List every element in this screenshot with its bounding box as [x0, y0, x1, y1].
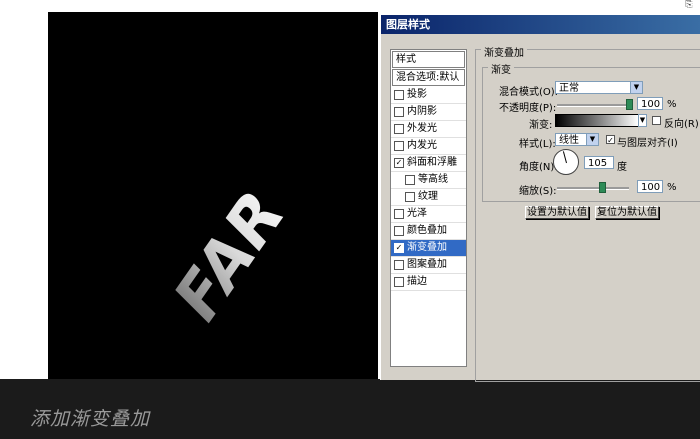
angle-unit: 度: [617, 162, 627, 173]
angle-label: 角度(N):: [519, 162, 558, 173]
style-item-checkbox[interactable]: [394, 141, 404, 151]
style-list: 样式 混合选项:默认 投影 内阴影 外发光 内发光 ✓ 斜面和浮雕 等高线 纹理 光泽 颜色叠加 ✓…: [390, 49, 467, 367]
style-item-label: 纹理: [418, 191, 438, 202]
align-checkbox[interactable]: ✓: [606, 135, 615, 145]
reverse-label: 反向(R): [664, 119, 699, 130]
style-item[interactable]: 光泽: [391, 206, 466, 223]
chevron-down-icon: ▼: [586, 134, 598, 145]
style-item-label: 光泽: [407, 208, 427, 219]
style-item-label: 投影: [407, 89, 427, 100]
style-item[interactable]: ✓ 斜面和浮雕: [391, 155, 466, 172]
angle-dial[interactable]: [553, 149, 579, 175]
gradient-dropdown-icon[interactable]: ▼: [638, 114, 647, 127]
gradient-preview[interactable]: [555, 114, 639, 127]
style-select[interactable]: 线性 ▼: [555, 133, 599, 146]
style-item[interactable]: 描边: [391, 274, 466, 291]
style-item-label: 外发光: [407, 123, 437, 134]
document-canvas[interactable]: FAR: [48, 12, 378, 379]
opacity-slider-thumb[interactable]: [626, 99, 633, 110]
styles-header[interactable]: 样式: [392, 51, 465, 68]
style-item-checkbox[interactable]: [394, 277, 404, 287]
style-item-checkbox[interactable]: [394, 107, 404, 117]
dialog-title: 图层样式: [381, 15, 700, 34]
opacity-unit: %: [667, 99, 677, 110]
style-item-label: 斜面和浮雕: [407, 157, 457, 168]
style-item[interactable]: 内阴影: [391, 104, 466, 121]
style-item-label: 等高线: [418, 174, 448, 185]
gradient-label: 渐变:: [529, 120, 553, 131]
layer-style-dialog: 图层样式 样式 混合选项:默认 投影 内阴影 外发光 内发光 ✓ 斜面和浮雕 等高线 纹理 光泽…: [380, 14, 700, 382]
style-item[interactable]: 外发光: [391, 121, 466, 138]
scale-label: 缩放(S):: [519, 186, 557, 197]
scale-slider-thumb[interactable]: [598, 182, 606, 193]
blend-mode-label: 混合模式(O):: [499, 87, 559, 98]
style-value: 线性: [559, 135, 579, 146]
style-item[interactable]: 图案叠加: [391, 257, 466, 274]
artwork-text-layer: FAR: [160, 173, 300, 339]
style-item-label: 渐变叠加: [407, 242, 447, 253]
style-item-label: 图案叠加: [407, 259, 447, 270]
style-item-checkbox[interactable]: [394, 90, 404, 100]
blend-mode-value: 正常: [559, 83, 579, 94]
scale-input[interactable]: 100: [637, 180, 663, 193]
style-item-checkbox[interactable]: [405, 175, 415, 185]
style-item-checkbox[interactable]: [394, 226, 404, 236]
style-item-checkbox[interactable]: [394, 124, 404, 134]
style-item-label: 内发光: [407, 140, 437, 151]
caption-text: 添加渐变叠加: [30, 408, 151, 430]
reset-default-button[interactable]: 复位为默认值: [595, 206, 659, 219]
style-item-checkbox[interactable]: [394, 260, 404, 270]
scale-slider[interactable]: [557, 187, 629, 190]
reverse-checkbox[interactable]: [652, 116, 661, 125]
style-label: 样式(L):: [519, 139, 556, 150]
align-label: 与图层对齐(I): [617, 138, 678, 149]
style-item-label: 描边: [407, 276, 427, 287]
panel-title: 渐变叠加: [481, 44, 527, 59]
blend-mode-select[interactable]: 正常 ▼: [555, 81, 643, 94]
opacity-input[interactable]: 100: [637, 97, 663, 110]
group-title: 渐变: [488, 61, 514, 76]
artwork-text: FAR: [163, 173, 297, 340]
style-item-label: 颜色叠加: [407, 225, 447, 236]
style-item[interactable]: 内发光: [391, 138, 466, 155]
style-item[interactable]: 纹理: [391, 189, 466, 206]
style-item[interactable]: 等高线: [391, 172, 466, 189]
style-item[interactable]: ✓ 渐变叠加: [391, 240, 466, 257]
angle-input[interactable]: 105: [584, 156, 614, 169]
set-default-button[interactable]: 设置为默认值: [525, 206, 589, 219]
style-item-checkbox[interactable]: [405, 192, 415, 202]
chevron-down-icon: ▼: [630, 82, 642, 93]
style-item-checkbox[interactable]: ✓: [394, 243, 404, 253]
angle-needle: [562, 151, 567, 164]
style-item-label: 内阴影: [407, 106, 437, 117]
blend-options-item[interactable]: 混合选项:默认: [392, 69, 465, 86]
scale-unit: %: [667, 182, 677, 193]
top-strip: [0, 0, 700, 12]
style-item-checkbox[interactable]: ✓: [394, 158, 404, 168]
opacity-label: 不透明度(P):: [499, 103, 557, 114]
toolbar-icon[interactable]: ⎘: [682, 0, 696, 10]
style-item-checkbox[interactable]: [394, 209, 404, 219]
style-item[interactable]: 颜色叠加: [391, 223, 466, 240]
style-item[interactable]: 投影: [391, 87, 466, 104]
opacity-slider[interactable]: [557, 104, 629, 107]
